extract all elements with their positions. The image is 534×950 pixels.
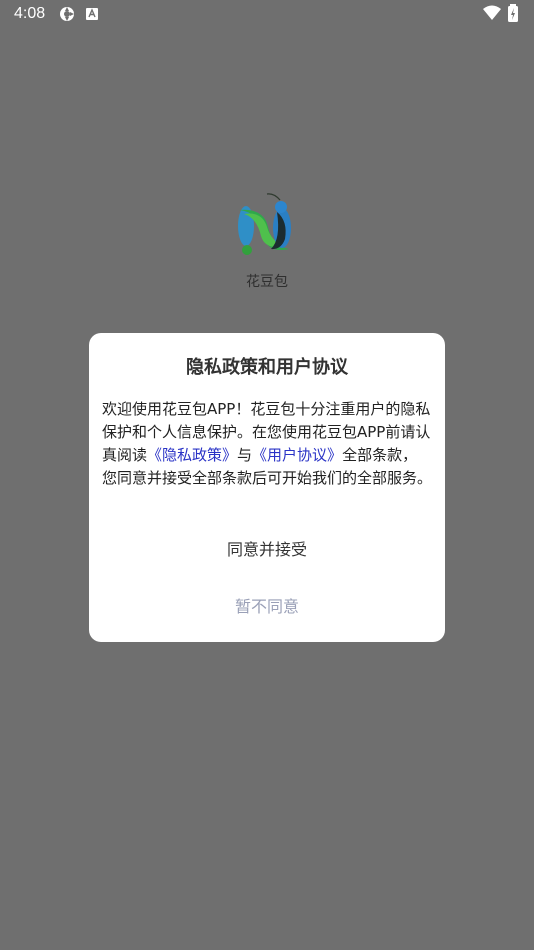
app-logo <box>233 192 297 260</box>
battery-icon <box>507 4 519 24</box>
sync-icon <box>58 5 76 23</box>
dialog-title: 隐私政策和用户协议 <box>186 357 348 378</box>
app-notification-icon <box>85 6 103 24</box>
splash-app-name: 花豆包 <box>246 274 288 290</box>
privacy-policy-link[interactable]: 《隐私政策》 <box>147 446 237 464</box>
user-agreement-link[interactable]: 《用户协议》 <box>252 446 342 464</box>
dialog-message: 欢迎使用花豆包APP！花豆包十分注重用户的隐私保护和个人信息保护。在您使用花豆包… <box>102 398 432 490</box>
message-connector: 与 <box>237 446 253 464</box>
status-time: 4:08 <box>14 5 46 22</box>
agree-button[interactable]: 同意并接受 <box>89 535 445 565</box>
status-bar: 4:08 <box>0 0 534 28</box>
privacy-dialog: 隐私政策和用户协议 欢迎使用花豆包APP！花豆包十分注重用户的隐私保护和个人信息… <box>89 333 445 642</box>
disagree-button[interactable]: 暂不同意 <box>89 592 445 622</box>
wifi-icon <box>482 4 502 22</box>
